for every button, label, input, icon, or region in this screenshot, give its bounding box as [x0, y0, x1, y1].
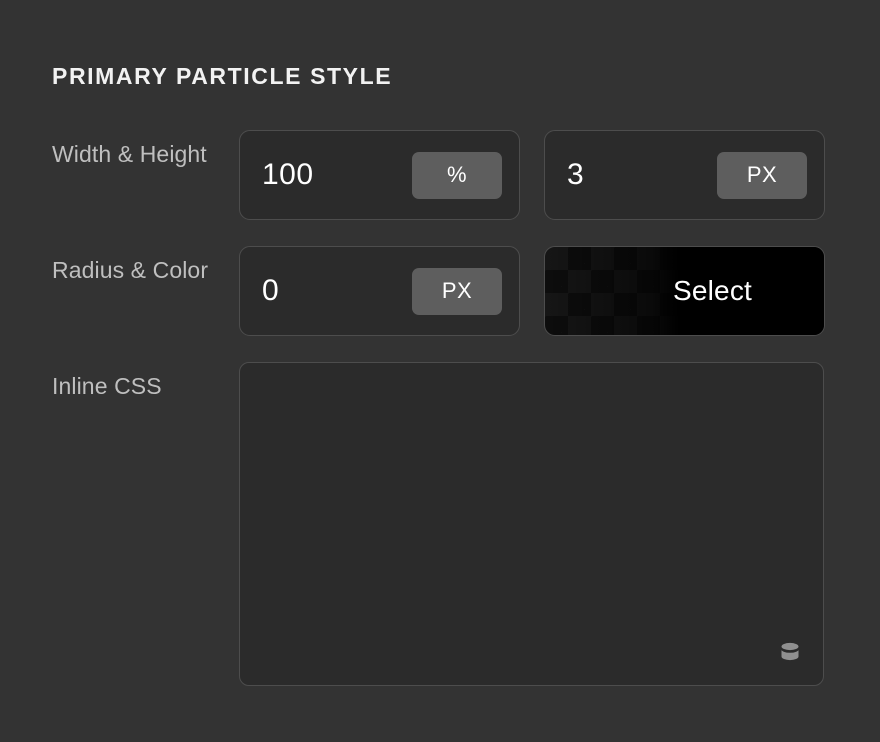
color-swatch-overlay: Select [545, 247, 824, 335]
cylinder-resize-grip-icon[interactable] [773, 635, 807, 669]
width-height-fields: 100 % 3 PX [239, 130, 825, 220]
row-label-radius-color: Radius & Color [52, 257, 209, 283]
height-field[interactable]: 3 PX [544, 130, 825, 220]
row-radius-color: Radius & Color 0 PX Select [52, 246, 842, 336]
height-unit-button[interactable]: PX [717, 151, 807, 199]
row-inline-css: Inline CSS [52, 362, 842, 686]
row-label-width-height: Width & Height [52, 141, 207, 167]
radius-input[interactable]: 0 [240, 274, 412, 308]
width-input[interactable]: 100 [240, 158, 412, 192]
color-swatch-button[interactable]: Select [544, 246, 825, 336]
row-label-inline-css: Inline CSS [52, 373, 162, 399]
color-select-label: Select [672, 275, 753, 306]
page-title: PRIMARY PARTICLE STYLE [52, 63, 393, 89]
row-width-height: Width & Height 100 % 3 PX [52, 130, 842, 220]
inline-css-textarea[interactable] [239, 362, 824, 686]
primary-particle-style-panel: PRIMARY PARTICLE STYLE Width & Height 10… [0, 0, 880, 742]
radius-unit-button[interactable]: PX [412, 267, 502, 315]
height-input[interactable]: 3 [545, 158, 717, 192]
width-field[interactable]: 100 % [239, 130, 520, 220]
radius-field[interactable]: 0 PX [239, 246, 520, 336]
width-unit-button[interactable]: % [412, 151, 502, 199]
inline-css-fields [239, 362, 824, 686]
radius-color-fields: 0 PX Select [239, 246, 825, 336]
